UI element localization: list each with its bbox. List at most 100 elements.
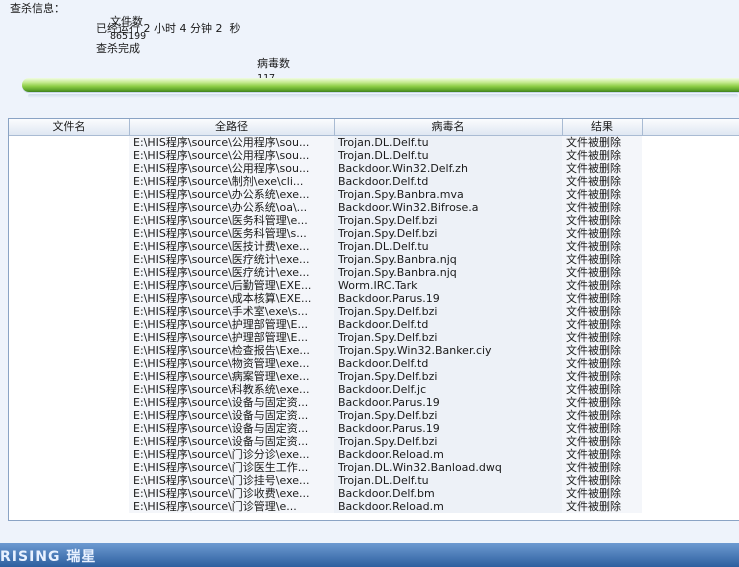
file-path-cell: E:\HIS程序\source\制剂\exe\cli... (133, 175, 304, 188)
result-cell: 文件被删除 (566, 214, 621, 227)
table-row[interactable]: wz.exeE:\HIS程序\source\物资管理\exe...Backdoo… (9, 357, 739, 370)
file-path-cell: E:\HIS程序\source\医疗统计\exe... (133, 266, 310, 279)
scan-info-panel: 查杀信息： 文件数 865199 病毒数 117 已经运行 2 小时 4 分钟 … (0, 0, 739, 84)
result-cell: 文件被删除 (566, 461, 621, 474)
table-row[interactable]: mz_manage.exeE:\HIS程序\source\门诊管理\e...Ba… (9, 500, 739, 513)
table-row[interactable]: jc.exeE:\HIS程序\source\检查报告\Exe...Trojan.… (9, 344, 739, 357)
file-path-cell: E:\HIS程序\source\设备与固定资... (133, 435, 309, 448)
result-cell: 文件被删除 (566, 370, 621, 383)
virus-name-cell: Backdoor.Delf.bm (338, 487, 435, 500)
table-row[interactable]: yw_logic.dllE:\HIS程序\source\医务科管理\s...Tr… (9, 227, 739, 240)
result-cell: 文件被删除 (566, 396, 621, 409)
virus-name-cell: Backdoor.Delf.jc (338, 383, 427, 396)
virus-name-cell: Backdoor.Delf.td (338, 318, 429, 331)
table-row[interactable]: kjxt.exeE:\HIS程序\source\科教系统\exe...Backd… (9, 383, 739, 396)
column-header-path[interactable]: 全路径 (129, 119, 335, 135)
table-row[interactable]: mzgh.exeE:\HIS程序\source\门诊挂号\exe...Troja… (9, 474, 739, 487)
table-row[interactable]: cbhs.exeE:\HIS程序\source\成本核算\EXE...Backd… (9, 292, 739, 305)
virus-name-cell: Trojan.Spy.Win32.Banker.ciy (338, 344, 492, 357)
table-row[interactable]: zj_sys.exeE:\HIS程序\source\制剂\exe\cli...B… (9, 175, 739, 188)
table-body: pu_user_repor...E:\HIS程序\source\公用程序\sou… (9, 136, 739, 513)
file-path-cell: E:\HIS程序\source\护理部管理\E... (133, 331, 308, 344)
table-row[interactable]: pu_user_repor...E:\HIS程序\source\公用程序\sou… (9, 149, 739, 162)
table-row[interactable]: yw_logic.dllE:\HIS程序\source\医务科管理\e...Tr… (9, 214, 739, 227)
result-cell: 文件被删除 (566, 487, 621, 500)
table-row[interactable]: AutoReport.exeE:\HIS程序\source\门诊收费\exe..… (9, 487, 739, 500)
footer-bar: RISING 瑞星 (0, 543, 739, 567)
result-cell: 文件被删除 (566, 448, 621, 461)
file-path-cell: E:\HIS程序\source\设备与固定资... (133, 422, 309, 435)
result-cell: 文件被删除 (566, 331, 621, 344)
table-row[interactable]: op_logiccom.dllE:\HIS程序\source\手术室\exe\s… (9, 305, 739, 318)
progress-shadow (28, 94, 738, 98)
result-cell: 文件被删除 (566, 344, 621, 357)
result-cell: 文件被删除 (566, 227, 621, 240)
result-cell: 文件被删除 (566, 149, 621, 162)
file-path-cell: E:\HIS程序\source\医务科管理\s... (133, 227, 307, 240)
virus-name-cell: Trojan.DL.Delf.tu (338, 136, 429, 149)
file-path-cell: E:\HIS程序\source\病案管理\exe... (133, 370, 310, 383)
result-cell: 文件被删除 (566, 188, 621, 201)
virus-name-cell: Backdoor.Win32.Bifrose.a (338, 201, 479, 214)
virus-name-cell: Trojan.Spy.Delf.bzi (338, 331, 438, 344)
result-cell: 文件被删除 (566, 292, 621, 305)
table-header: 文件名 全路径 病毒名 结果 (9, 119, 739, 136)
virus-name-cell: Trojan.Spy.Delf.bzi (338, 305, 438, 318)
scan-status: 查杀完成 (96, 42, 140, 55)
virus-name-cell: Trojan.Spy.Delf.bzi (338, 435, 438, 448)
result-cell: 文件被删除 (566, 279, 621, 292)
virus-name-cell: Trojan.Spy.Delf.bzi (338, 227, 438, 240)
file-path-cell: E:\HIS程序\source\成本核算\EXE... (133, 292, 312, 305)
column-header-virus[interactable]: 病毒名 (334, 119, 563, 135)
result-cell: 文件被删除 (566, 240, 621, 253)
virus-name-cell: Trojan.DL.Delf.tu (338, 474, 429, 487)
result-cell: 文件被删除 (566, 500, 621, 513)
result-cell: 文件被删除 (566, 175, 621, 188)
virus-name-cell: Trojan.DL.Delf.tu (338, 149, 429, 162)
result-cell: 文件被删除 (566, 253, 621, 266)
file-path-cell: E:\HIS程序\source\公用程序\sou... (133, 162, 310, 175)
virus-label: 病毒数 (256, 57, 290, 70)
file-path-cell: E:\HIS程序\source\门诊医生工作... (133, 461, 309, 474)
virus-name-cell: Backdoor.Delf.td (338, 357, 429, 370)
result-cell: 文件被删除 (566, 201, 621, 214)
rising-logo: RISING 瑞星 (0, 549, 97, 565)
table-row[interactable]: hisoa_manage.exeE:\HIS程序\source\办公系统\exe… (9, 188, 739, 201)
table-row[interactable]: tj_task.exeE:\HIS程序\source\医疗统计\exe...Tr… (9, 253, 739, 266)
virus-results-table[interactable]: 文件名 全路径 病毒名 结果 pu_user_repor...E:\HIS程序\… (8, 118, 739, 521)
runtime-text: 已经运行 2 小时 4 分钟 2 秒 (96, 22, 241, 35)
table-row[interactable]: hlgl_logic.dllE:\HIS程序\source\护理部管理\E...… (9, 331, 739, 344)
table-row[interactable]: pu_user_repor...E:\HIS程序\source\公用程序\sou… (9, 136, 739, 149)
table-row[interactable]: tj_task.exeE:\HIS程序\source\医疗统计\exe...Tr… (9, 266, 739, 279)
file-path-cell: E:\HIS程序\source\设备与固定资... (133, 396, 309, 409)
table-row[interactable]: mz_cpr.exeE:\HIS程序\source\门诊医生工作...Troja… (9, 461, 739, 474)
file-path-cell: E:\HIS程序\source\医疗统计\exe... (133, 253, 310, 266)
scan-progress-bar (22, 78, 739, 98)
virus-name-cell: Trojan.Spy.Delf.bzi (338, 409, 438, 422)
result-cell: 文件被删除 (566, 357, 621, 370)
result-cell: 文件被删除 (566, 383, 621, 396)
table-row[interactable]: sb.exeE:\HIS程序\source\设备与固定资...Backdoor.… (9, 422, 739, 435)
virus-name-cell: Trojan.Spy.Banbra.njq (338, 266, 457, 279)
file-path-cell: E:\HIS程序\source\手术室\exe\s... (133, 305, 308, 318)
table-row[interactable]: bagl_logic.dllE:\HIS程序\source\病案管理\exe..… (9, 370, 739, 383)
table-row[interactable]: hlgl.exeE:\HIS程序\source\护理部管理\E...Backdo… (9, 318, 739, 331)
virus-name-cell: Backdoor.Parus.19 (338, 422, 440, 435)
table-row[interactable]: hqgl.exeE:\HIS程序\source\后勤管理\EXE...Worm.… (9, 279, 739, 292)
file-path-cell: E:\HIS程序\source\门诊挂号\exe... (133, 474, 310, 487)
column-header-filename[interactable]: 文件名 (9, 119, 130, 135)
virus-name-cell: Trojan.Spy.Banbra.mva (338, 188, 464, 201)
table-row[interactable]: 500钱程补丁.exeE:\HIS程序\source\办公系统\oa\...Ba… (9, 201, 739, 214)
file-path-cell: E:\HIS程序\source\设备与固定资... (133, 409, 309, 422)
table-row[interactable]: sb_logic.dllE:\HIS程序\source\设备与固定资...Tro… (9, 409, 739, 422)
table-row[interactable]: sb_logic.dllE:\HIS程序\source\设备与固定资...Tro… (9, 435, 739, 448)
table-row[interactable]: sb.exeE:\HIS程序\source\设备与固定资...Backdoor.… (9, 396, 739, 409)
result-cell: 文件被删除 (566, 305, 621, 318)
table-row[interactable]: exec_dept.exeE:\HIS程序\source\医技计费\exe...… (9, 240, 739, 253)
table-row[interactable]: yp_getmachine...E:\HIS程序\source\公用程序\sou… (9, 162, 739, 175)
file-path-cell: E:\HIS程序\source\门诊收费\exe... (133, 487, 310, 500)
file-path-cell: E:\HIS程序\source\物资管理\exe... (133, 357, 310, 370)
column-header-result[interactable]: 结果 (562, 119, 643, 135)
file-path-cell: E:\HIS程序\source\公用程序\sou... (133, 149, 310, 162)
table-row[interactable]: Fenzhen.exeE:\HIS程序\source\门诊分诊\exe...Ba… (9, 448, 739, 461)
